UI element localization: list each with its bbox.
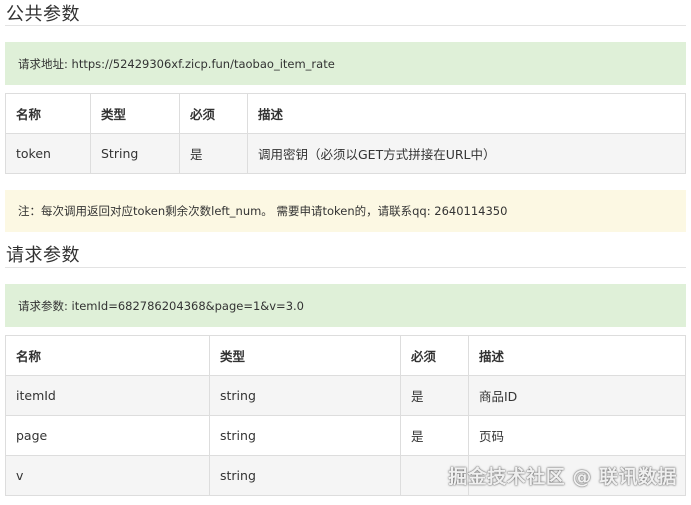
cell-required: 是 <box>179 133 248 174</box>
cell-name: v <box>5 455 210 496</box>
endpoint-alert: 请求地址: https://52429306xf.zicp.fun/taobao… <box>5 42 686 85</box>
params-text: 请求参数: itemId=682786204368&page=1&v=3.0 <box>18 298 304 313</box>
header-required: 必须 <box>400 335 469 376</box>
table-row: itemId string 是 商品ID <box>5 375 686 416</box>
header-name: 名称 <box>5 93 91 134</box>
request-params-title: 请求参数 <box>6 245 80 266</box>
cell-description: 商品ID <box>468 375 686 416</box>
cell-required: 是 <box>400 375 469 416</box>
header-required: 必须 <box>179 93 248 134</box>
table-header-row: 名称 类型 必须 描述 <box>5 335 686 376</box>
table-row: page string 是 页码 <box>5 415 686 456</box>
cell-description: 调用密钥（必须以GET方式拼接在URL中） <box>247 133 686 174</box>
table-row: token String 是 调用密钥（必须以GET方式拼接在URL中） <box>5 133 686 174</box>
endpoint-text: 请求地址: https://52429306xf.zicp.fun/taobao… <box>18 56 335 71</box>
header-description: 描述 <box>468 335 686 376</box>
public-params-divider <box>5 25 686 26</box>
cell-required: 是 <box>400 415 469 456</box>
cell-description: 页码 <box>468 415 686 456</box>
token-note-text: 注：每次调用返回对应token剩余次数left_num。 需要申请token的，… <box>18 204 508 218</box>
params-alert: 请求参数: itemId=682786204368&page=1&v=3.0 <box>5 284 686 327</box>
cell-name: itemId <box>5 375 210 416</box>
public-params-table: 名称 类型 必须 描述 token String 是 调用密钥（必须以GET方式… <box>5 93 686 174</box>
cell-name: page <box>5 415 210 456</box>
token-note-alert: 注：每次调用返回对应token剩余次数left_num。 需要申请token的，… <box>5 190 686 232</box>
cell-type: string <box>209 455 401 496</box>
header-type: 类型 <box>90 93 180 134</box>
cell-type: String <box>90 133 180 174</box>
public-params-title: 公共参数 <box>6 4 80 25</box>
header-description: 描述 <box>247 93 686 134</box>
cell-type: string <box>209 375 401 416</box>
cell-type: string <box>209 415 401 456</box>
watermark: 掘金技术社区 @ 联讯数据 <box>448 466 677 488</box>
table-header-row: 名称 类型 必须 描述 <box>5 93 686 134</box>
header-type: 类型 <box>209 335 401 376</box>
header-name: 名称 <box>5 335 210 376</box>
cell-name: token <box>5 133 91 174</box>
request-params-divider <box>5 267 686 268</box>
